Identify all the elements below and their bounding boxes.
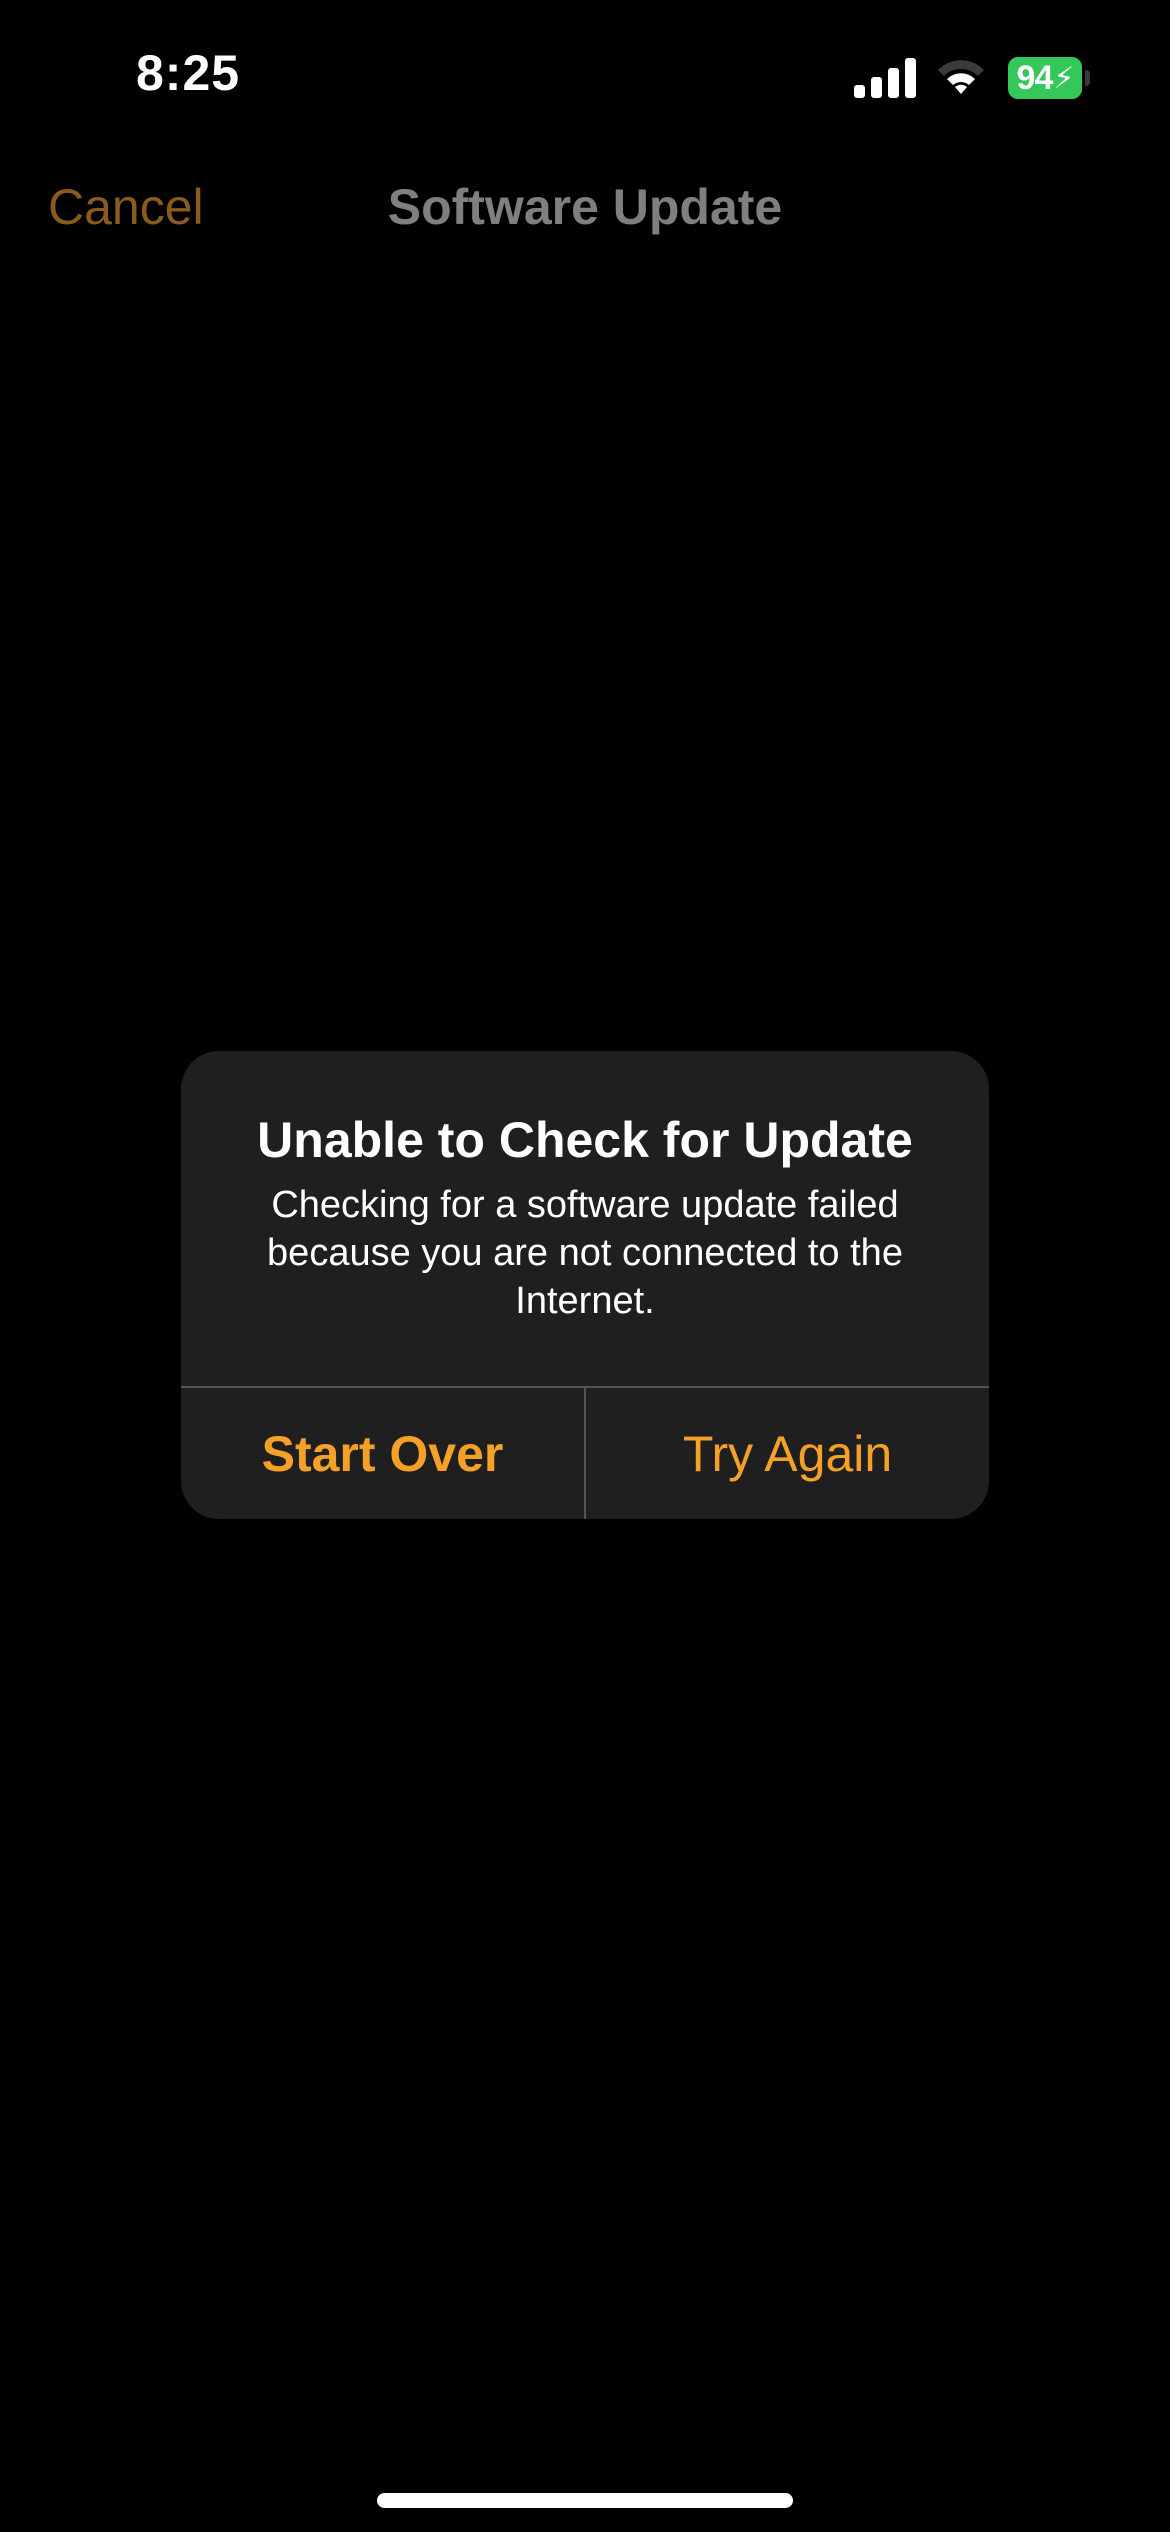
page-title: Software Update [387,179,783,235]
battery-level: 94 [1016,58,1054,97]
battery-indicator: 94 ⚡︎ [1008,57,1092,99]
alert-message: Checking for a software update failed be… [267,1184,903,1322]
alert-dialog: Unable to Check for Update Checking for … [181,1051,989,1519]
battery-cap [1085,70,1090,86]
wifi-icon [938,60,984,94]
home-indicator[interactable] [377,2493,793,2508]
alert-title: Unable to Check for Update [257,1112,913,1168]
start-over-button[interactable]: Start Over [181,1388,584,1519]
cellular-signal-icon [854,58,916,98]
status-time: 8:25 [136,45,241,101]
status-bar: 8:25 94 ⚡︎ [0,0,1170,150]
charging-bolt-icon: ⚡︎ [1053,61,1074,95]
alert-content: Unable to Check for Update Checking for … [181,1051,989,1386]
battery-body: 94 ⚡︎ [1008,57,1082,99]
try-again-button[interactable]: Try Again [586,1388,989,1519]
